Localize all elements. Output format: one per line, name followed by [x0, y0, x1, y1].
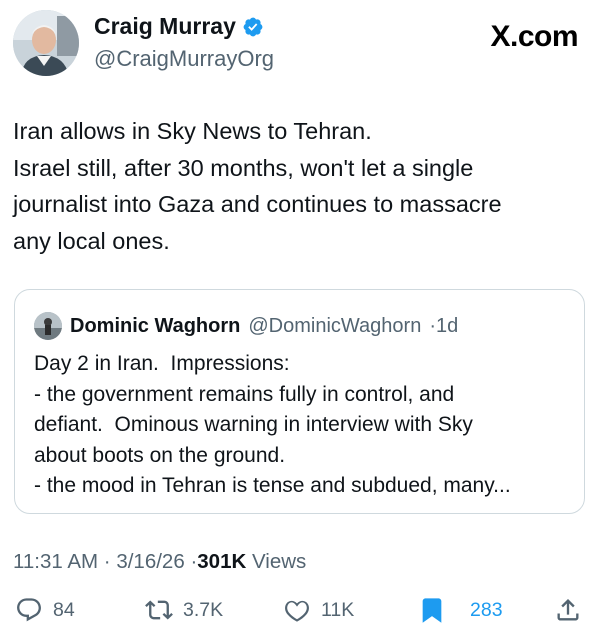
post-text-line: any local ones. [13, 227, 170, 254]
post-date[interactable]: 3/16/26 [116, 550, 184, 573]
reply-count: 84 [53, 598, 75, 621]
author-handle[interactable]: @CraigMurrayOrg [94, 46, 274, 72]
author-avatar[interactable] [13, 10, 79, 76]
author-name-row: Craig Murray [94, 13, 264, 40]
quoted-post-header: Dominic Waghorn @DominicWaghorn ·1d [34, 312, 458, 340]
repost-button[interactable]: 3.7K [145, 596, 223, 624]
quoted-text-line: - the government remains fully in contro… [34, 382, 455, 406]
quoted-post-age: 1d [436, 314, 459, 337]
post-text-line: Israel still, after 30 months, won't let… [13, 154, 474, 181]
share-icon [557, 599, 579, 621]
post-header: Craig Murray @CraigMurrayOrg X.com [13, 10, 580, 76]
quoted-author-name[interactable]: Dominic Waghorn [70, 315, 240, 338]
post-meta: 11:31 AM · 3/16/26 ·301K Views [13, 550, 306, 574]
bookmark-count: 283 [470, 598, 503, 621]
author-name[interactable]: Craig Murray [94, 13, 236, 40]
share-button[interactable] [554, 596, 582, 624]
like-icon [285, 600, 309, 622]
repost-count: 3.7K [183, 598, 224, 621]
separator-dot: · [429, 314, 436, 337]
separator-dot: · [103, 550, 111, 573]
quoted-text-line: - the mood in Tehran is tense and subdue… [34, 474, 511, 497]
bookmark-button[interactable]: 283 [418, 596, 503, 624]
like-count: 11K [321, 598, 355, 621]
action-bar: 84 3.7K 11K 283 [13, 596, 588, 630]
verified-badge-icon [242, 16, 264, 38]
views-count: 301K [197, 550, 247, 573]
quoted-post-time: ·1d [429, 315, 458, 338]
quoted-text-line: Day 2 in Iran. Impressions: [34, 352, 290, 375]
bookmark-icon [422, 598, 442, 623]
post-text: Iran allows in Sky News to Tehran. Israe… [13, 113, 583, 259]
post-text-line: journalist into Gaza and continues to ma… [13, 191, 502, 217]
reply-button[interactable]: 84 [15, 596, 75, 624]
reply-icon [17, 598, 41, 622]
quoted-text-line: defiant. Ominous warning in interview wi… [34, 413, 473, 436]
site-logo: X.com [490, 20, 578, 53]
repost-icon [145, 600, 173, 620]
post-text-line: Iran allows in Sky News to Tehran. [13, 118, 372, 144]
quoted-post-card[interactable]: Dominic Waghorn @DominicWaghorn ·1d Day … [14, 289, 585, 514]
like-button[interactable]: 11K [283, 596, 354, 624]
quoted-author-handle[interactable]: @DominicWaghorn [248, 315, 421, 338]
post-time[interactable]: 11:31 AM [13, 550, 98, 573]
views-label: Views [251, 550, 307, 573]
quoted-text-line: about boots on the ground. [34, 443, 286, 467]
quoted-post-text: Day 2 in Iran. Impressions: - the govern… [34, 349, 574, 502]
quoted-author-avatar[interactable] [34, 312, 62, 340]
